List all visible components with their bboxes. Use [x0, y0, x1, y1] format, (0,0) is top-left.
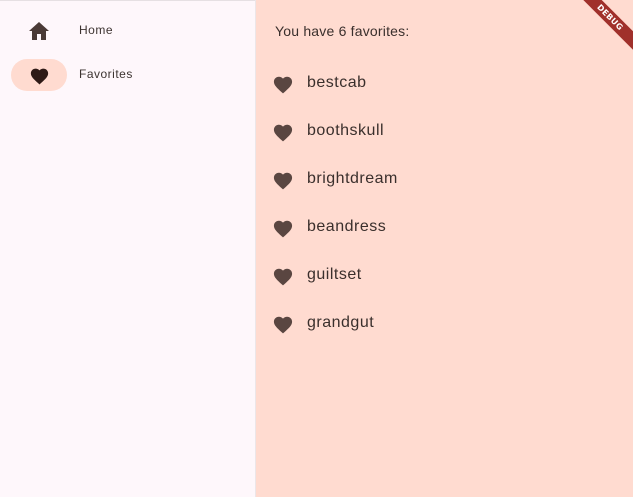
favorite-word: brightdream [307, 170, 398, 187]
heart-icon [272, 170, 294, 190]
nav-item-home[interactable]: Home [0, 11, 255, 51]
favorites-page: You have 6 favorites: bestcab boothskull… [256, 0, 633, 497]
heart-icon [272, 314, 294, 334]
list-item[interactable]: brightdream [256, 156, 633, 204]
heart-icon [272, 218, 294, 238]
heart-icon [272, 122, 294, 142]
list-item[interactable]: grandgut [256, 300, 633, 348]
list-item[interactable]: boothskull [256, 108, 633, 156]
list-item[interactable]: bestcab [256, 60, 633, 108]
favorite-word: bestcab [307, 74, 367, 91]
heart-icon [272, 74, 294, 94]
favorite-word: guiltset [307, 266, 362, 283]
list-item[interactable]: guiltset [256, 252, 633, 300]
favorite-word: grandgut [307, 314, 375, 331]
app-window: Home Favorites You have 6 favorites: bes… [0, 0, 633, 497]
home-icon [27, 19, 51, 43]
nav-item-favorites[interactable]: Favorites [0, 55, 255, 95]
heart-icon [272, 266, 294, 286]
favorites-count-text: You have 6 favorites: [275, 23, 410, 39]
heart-icon [27, 63, 51, 87]
favorite-word: beandress [307, 218, 387, 235]
list-item[interactable]: beandress [256, 204, 633, 252]
favorites-list: bestcab boothskull brightdream beandress [256, 60, 633, 348]
navigation-rail: Home Favorites [0, 0, 255, 497]
nav-label-favorites: Favorites [79, 67, 133, 81]
favorite-word: boothskull [307, 122, 385, 139]
nav-label-home: Home [79, 23, 114, 37]
